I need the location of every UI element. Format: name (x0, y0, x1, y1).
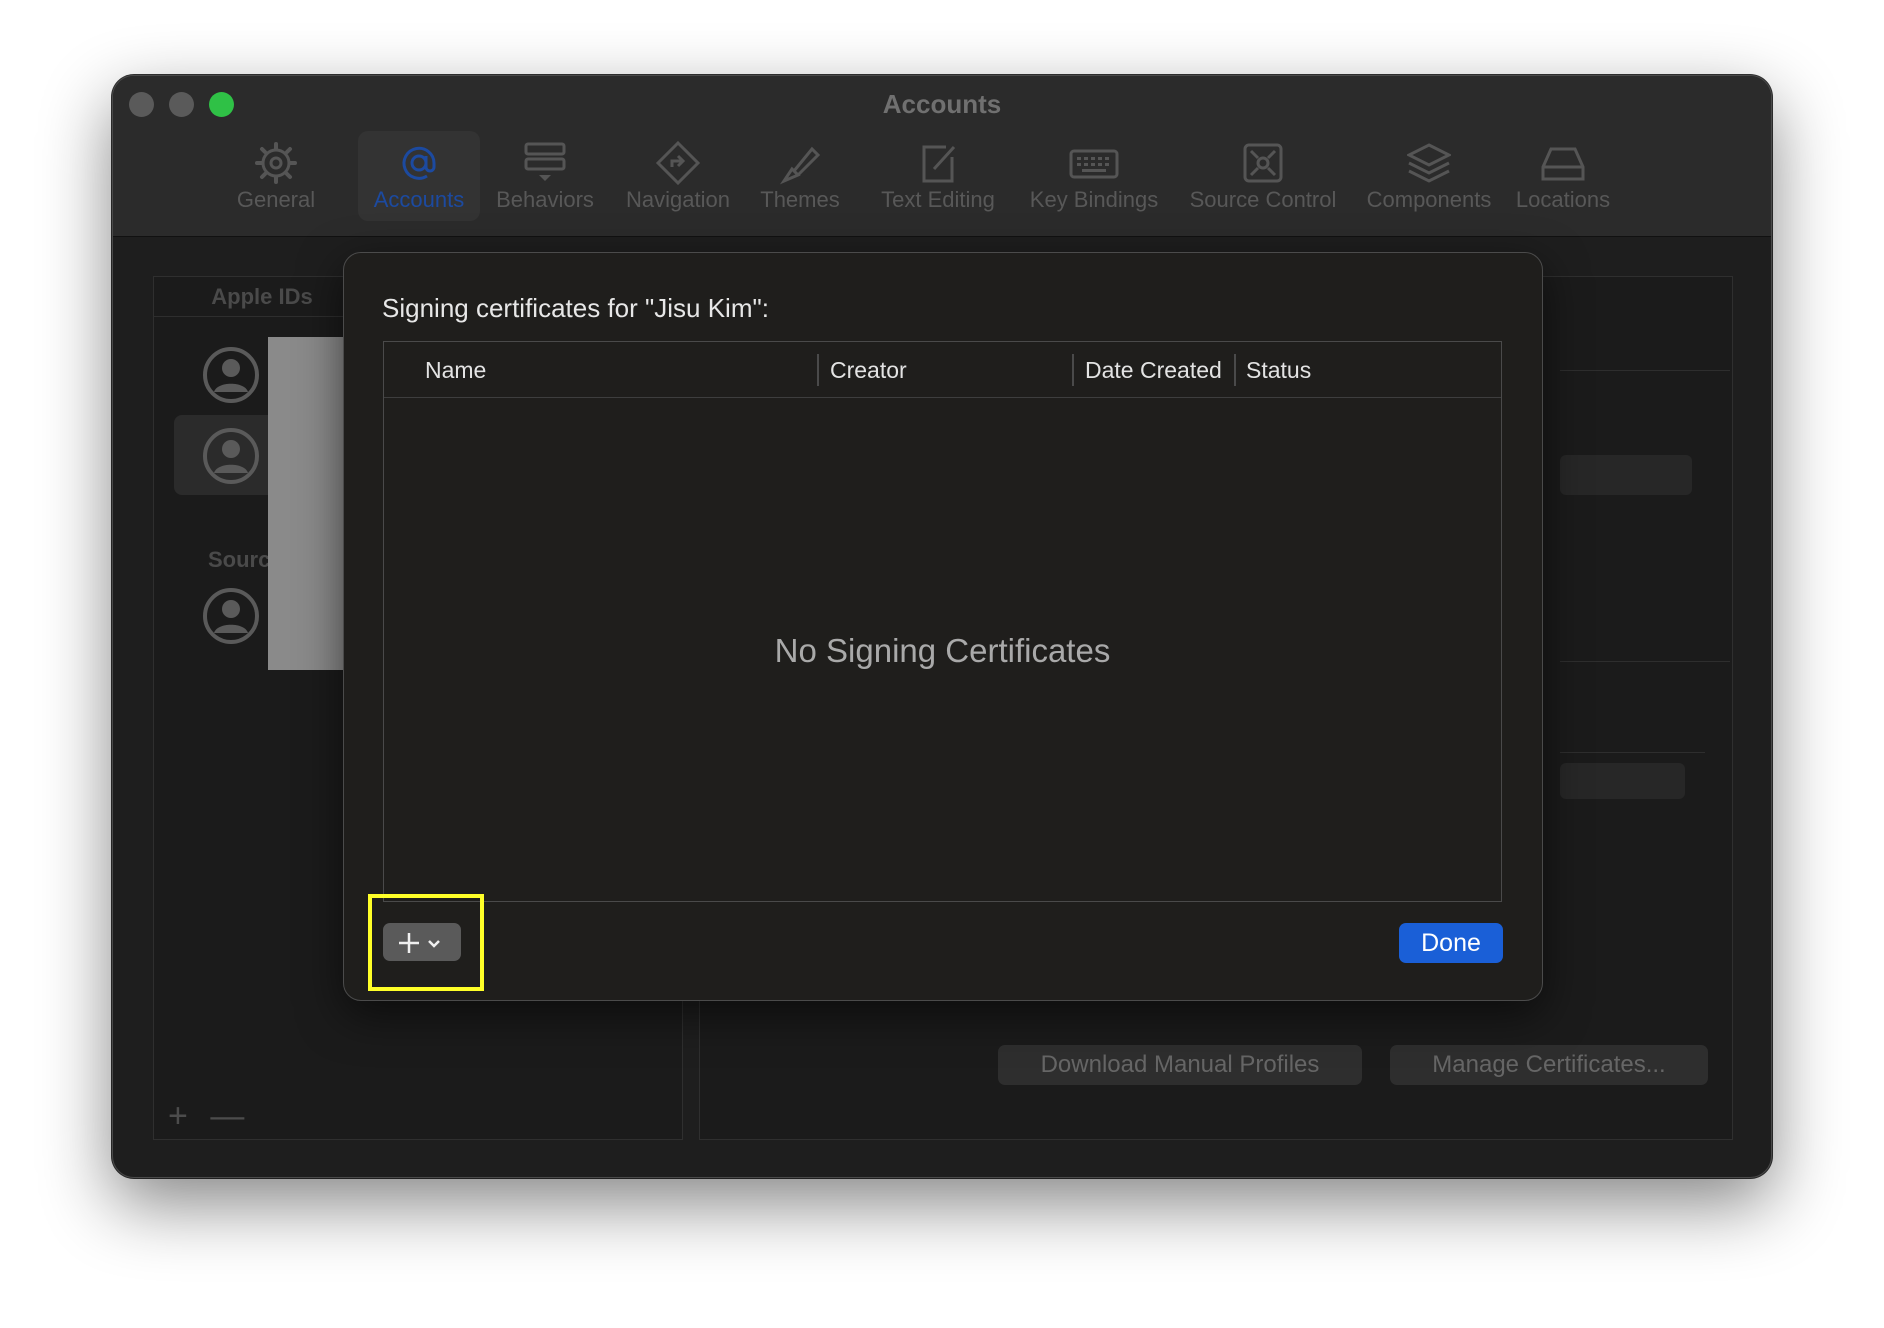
add-account-button[interactable]: + (168, 1097, 188, 1135)
empty-state-message: No Signing Certificates (774, 632, 1111, 669)
account-list-footer: + — (168, 1097, 262, 1137)
tab-key-bindings[interactable]: Key Bindings (1018, 131, 1170, 221)
done-button[interactable]: Done (1399, 923, 1503, 963)
tab-navigation[interactable]: Navigation (618, 131, 738, 221)
avatar-icon (203, 588, 259, 644)
tab-text-editing[interactable]: Text Editing (870, 131, 1006, 221)
source-control-header: Sourc (208, 547, 271, 572)
brush-icon (779, 146, 821, 185)
window-title: Accounts (882, 89, 1002, 119)
preferences-toolbar: General Accounts Behaviors Navigation Th… (113, 131, 1771, 227)
tab-components[interactable]: Components (1361, 131, 1497, 221)
column-header-name[interactable]: Name (425, 342, 486, 398)
titlebar: Accounts General Accounts Behaviors Navi… (113, 76, 1771, 237)
tab-themes[interactable]: Themes (754, 131, 846, 221)
avatar-icon (203, 347, 259, 403)
column-header-creator[interactable]: Creator (830, 342, 907, 398)
plus-chevron-icon (399, 933, 440, 953)
at-sign-icon (402, 146, 436, 180)
tab-locations[interactable]: Locations (1509, 131, 1617, 221)
apple-ids-header: Apple IDs (154, 277, 370, 317)
add-certificate-button[interactable] (383, 923, 461, 961)
divider (1560, 661, 1730, 662)
column-separator[interactable] (1234, 354, 1236, 386)
column-header-date-created[interactable]: Date Created (1085, 342, 1222, 398)
drive-icon (1541, 147, 1585, 181)
stack-icon (1407, 143, 1451, 183)
tab-behaviors[interactable]: Behaviors (491, 131, 599, 221)
column-header-status[interactable]: Status (1246, 342, 1311, 398)
detail-field (1560, 455, 1692, 495)
remove-account-button[interactable]: — (210, 1097, 244, 1135)
behaviors-icon (524, 142, 566, 181)
tab-source-control[interactable]: Source Control (1181, 131, 1345, 221)
certificates-table: Name Creator Date Created Status No Sign… (383, 341, 1502, 902)
tab-accounts[interactable]: Accounts (358, 131, 480, 221)
column-separator[interactable] (1072, 354, 1074, 386)
detail-field (1560, 763, 1685, 799)
keyboard-icon (1069, 149, 1119, 179)
edit-icon (922, 145, 956, 183)
navigation-diamond-icon (656, 141, 700, 185)
source-control-icon (1243, 143, 1283, 183)
tab-general[interactable]: General (231, 131, 321, 221)
table-header: Name Creator Date Created Status (384, 342, 1501, 398)
signing-certificates-sheet: Signing certificates for "Jisu Kim": Nam… (343, 252, 1543, 1001)
divider (1560, 752, 1705, 753)
manage-certificates-button[interactable]: Manage Certificates... (1390, 1045, 1708, 1085)
redacted-account-info (268, 337, 348, 670)
avatar-icon (203, 428, 259, 484)
gear-icon (255, 142, 297, 184)
divider (1560, 370, 1730, 371)
column-separator[interactable] (817, 354, 819, 386)
sheet-title: Signing certificates for "Jisu Kim": (382, 293, 769, 323)
download-manual-profiles-button[interactable]: Download Manual Profiles (998, 1045, 1362, 1085)
